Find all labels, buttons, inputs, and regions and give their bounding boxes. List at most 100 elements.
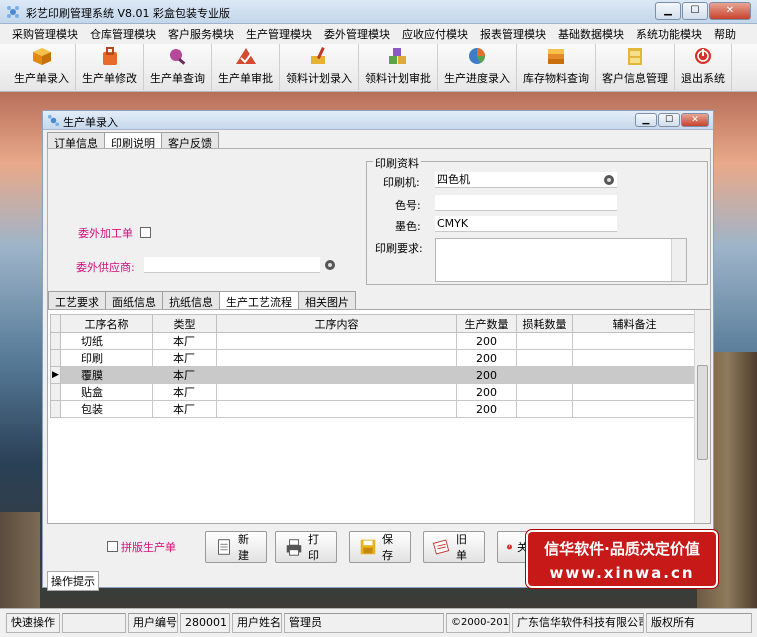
- toolbar-order-query-button[interactable]: 生产单查询: [144, 44, 212, 90]
- cell-loss[interactable]: [516, 332, 573, 350]
- child-close-button[interactable]: ✕: [681, 113, 709, 127]
- menu-warehouse[interactable]: 仓库管理模块: [84, 26, 162, 42]
- status-quick-actions[interactable]: 快速操作: [6, 613, 60, 633]
- table-row-selected[interactable]: ▶ 覆膜 本厂 200: [50, 366, 697, 384]
- column-header[interactable]: 辅料备注: [572, 314, 697, 333]
- menu-production[interactable]: 生产管理模块: [240, 26, 318, 42]
- process-grid: 工序名称 类型 工序内容 生产数量 损耗数量 辅料备注 切纸 本厂 200 印刷…: [47, 309, 711, 524]
- menu-reports[interactable]: 报表管理模块: [474, 26, 552, 42]
- cell-qty[interactable]: 200: [456, 400, 517, 418]
- hint-tab[interactable]: 操作提示: [47, 571, 99, 591]
- menu-base-data[interactable]: 基础数据模块: [552, 26, 630, 42]
- grid-scrollbar[interactable]: [694, 310, 710, 523]
- cell-qty[interactable]: 200: [456, 366, 517, 384]
- cell-name[interactable]: 印刷: [60, 349, 153, 367]
- process-table: 工序名称 类型 工序内容 生产数量 损耗数量 辅料备注 切纸 本厂 200 印刷…: [50, 314, 697, 418]
- cell-content[interactable]: [216, 383, 457, 401]
- window-controls: ▁ ☐ ✕: [654, 2, 751, 20]
- column-header[interactable]: 损耗数量: [516, 314, 573, 333]
- print-req-memo[interactable]: [435, 238, 687, 282]
- child-maximize-button[interactable]: ☐: [658, 113, 680, 127]
- table-row[interactable]: 切纸 本厂 200: [50, 332, 697, 350]
- cell-name[interactable]: 包装: [60, 400, 153, 418]
- cell-name[interactable]: 切纸: [60, 332, 153, 350]
- menu-system[interactable]: 系统功能模块: [630, 26, 708, 42]
- row-indicator-header: [50, 314, 61, 333]
- toolbar-order-entry-button[interactable]: 生产单录入: [8, 44, 76, 90]
- toolbar-exit-button[interactable]: 退出系统: [675, 44, 732, 90]
- memo-scrollbar[interactable]: [671, 239, 686, 281]
- cell-loss[interactable]: [516, 400, 573, 418]
- table-row[interactable]: 包装 本厂 200: [50, 400, 697, 418]
- column-header[interactable]: 工序内容: [216, 314, 457, 333]
- title-bar: 彩艺印刷管理系统 V8.01 彩盒包装专业版 ▁ ☐ ✕: [0, 0, 757, 24]
- supplier-input[interactable]: [144, 257, 320, 273]
- cell-type[interactable]: 本厂: [152, 332, 217, 350]
- cell-note[interactable]: [572, 366, 697, 384]
- toolbar-material-plan-approve-button[interactable]: 领料计划审批: [359, 44, 438, 90]
- press-input[interactable]: 四色机: [435, 172, 617, 188]
- child-minimize-button[interactable]: ▁: [635, 113, 657, 127]
- menu-customer-service[interactable]: 客户服务模块: [162, 26, 240, 42]
- cell-type[interactable]: 本厂: [152, 400, 217, 418]
- status-rights: 版权所有: [646, 613, 752, 633]
- outsource-checkbox[interactable]: [140, 227, 151, 238]
- cell-name[interactable]: 覆膜: [60, 366, 153, 384]
- app-logo-icon: [47, 114, 60, 127]
- save-button[interactable]: 保存: [349, 531, 411, 563]
- menu-help[interactable]: 帮助: [708, 26, 742, 42]
- minimize-button[interactable]: ▁: [655, 2, 681, 20]
- column-header[interactable]: 类型: [152, 314, 217, 333]
- cell-type[interactable]: 本厂: [152, 349, 217, 367]
- pencil-icon: [311, 46, 325, 64]
- column-header[interactable]: 生产数量: [456, 314, 517, 333]
- print-button[interactable]: 打印: [275, 531, 337, 563]
- ink-input[interactable]: CMYK: [435, 216, 617, 232]
- cell-qty[interactable]: 200: [456, 349, 517, 367]
- column-header[interactable]: 工序名称: [60, 314, 153, 333]
- new-button[interactable]: 新建: [205, 531, 267, 563]
- ink-label: 墨色:: [395, 220, 421, 233]
- cell-type[interactable]: 本厂: [152, 383, 217, 401]
- toolbar-progress-entry-button[interactable]: 生产进度录入: [438, 44, 517, 90]
- cell-note[interactable]: [572, 332, 697, 350]
- outsource-label: 委外加工单: [78, 227, 133, 240]
- menu-outsource[interactable]: 委外管理模块: [318, 26, 396, 42]
- cell-name[interactable]: 贴盒: [60, 383, 153, 401]
- menu-purchase[interactable]: 采购管理模块: [6, 26, 84, 42]
- old-order-icon: [432, 539, 450, 555]
- cell-content[interactable]: [216, 349, 457, 367]
- cell-content[interactable]: [216, 366, 457, 384]
- lookup-icon[interactable]: [324, 259, 337, 271]
- order-entry-title-bar: 生产单录入 ▁ ☐ ✕: [43, 111, 713, 130]
- table-row[interactable]: 印刷 本厂 200: [50, 349, 697, 367]
- cell-loss[interactable]: [516, 366, 573, 384]
- toolbar-inventory-query-button[interactable]: 库存物料查询: [517, 44, 596, 90]
- cell-type[interactable]: 本厂: [152, 366, 217, 384]
- old-order-button[interactable]: 旧单: [423, 531, 485, 563]
- toolbar-material-plan-entry-button[interactable]: 领料计划录入: [280, 44, 359, 90]
- grid-scrollbar-thumb[interactable]: [697, 365, 708, 460]
- combine-checkbox[interactable]: [107, 541, 118, 552]
- cell-content[interactable]: [216, 400, 457, 418]
- cell-loss[interactable]: [516, 383, 573, 401]
- menu-bar: 采购管理模块 仓库管理模块 客户服务模块 生产管理模块 委外管理模块 应收应付模…: [0, 24, 757, 44]
- table-row[interactable]: 贴盒 本厂 200: [50, 383, 697, 401]
- toolbar-order-approve-button[interactable]: 生产单审批: [212, 44, 280, 90]
- cell-note[interactable]: [572, 383, 697, 401]
- print-info-group: 印刷资料 印刷机: 四色机 色号: 墨色: CMYK 印刷要求:: [366, 155, 708, 285]
- color-no-input[interactable]: [435, 195, 617, 211]
- cell-loss[interactable]: [516, 349, 573, 367]
- cell-qty[interactable]: 200: [456, 332, 517, 350]
- cell-note[interactable]: [572, 400, 697, 418]
- close-button[interactable]: ✕: [709, 2, 751, 20]
- lookup-icon[interactable]: [603, 174, 616, 186]
- toolbar-customer-info-button[interactable]: 客户信息管理: [596, 44, 675, 90]
- maximize-button[interactable]: ☐: [682, 2, 708, 20]
- menu-receivables[interactable]: 应收应付模块: [396, 26, 474, 42]
- status-company: 广东信华软件科技有限公司: [512, 613, 644, 633]
- cell-note[interactable]: [572, 349, 697, 367]
- cell-qty[interactable]: 200: [456, 383, 517, 401]
- toolbar-order-modify-button[interactable]: 生产单修改: [76, 44, 144, 90]
- cell-content[interactable]: [216, 332, 457, 350]
